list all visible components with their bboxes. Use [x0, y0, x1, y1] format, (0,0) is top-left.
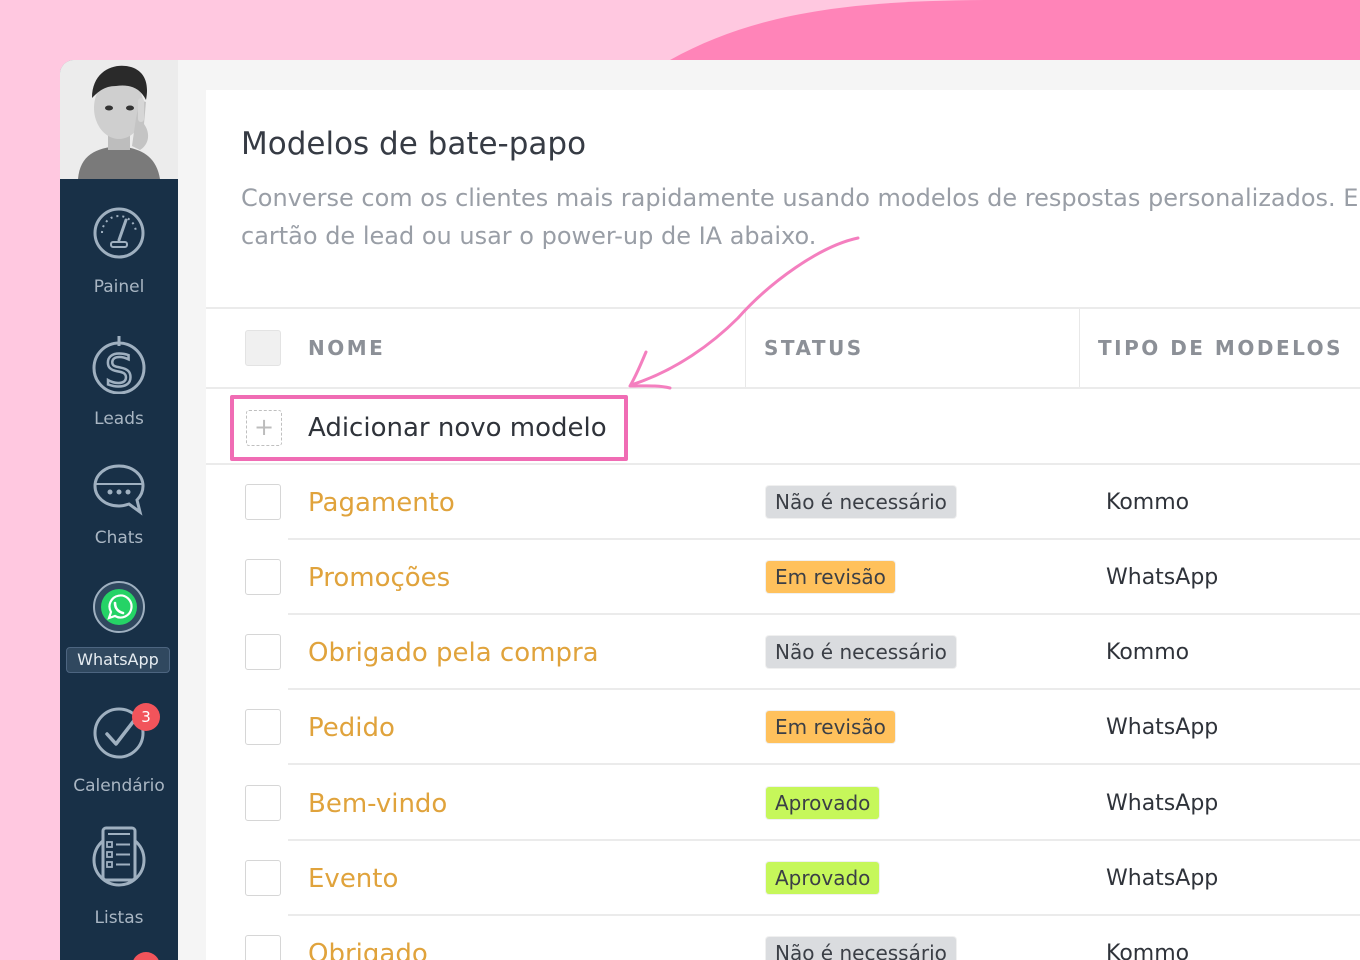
status-badge: Em revisão — [766, 711, 895, 743]
sidebar-item-label: Calendário — [73, 776, 165, 796]
status-badge: Não é necessário — [766, 486, 956, 518]
template-name-link[interactable]: Pagamento — [308, 485, 455, 521]
sidebar-item-label: Chats — [94, 528, 144, 548]
column-header-status[interactable]: STATUS — [764, 309, 864, 387]
status-badge: Aprovado — [766, 862, 880, 894]
whatsapp-icon — [93, 581, 145, 633]
dashboard-gauge-icon — [93, 207, 145, 259]
sidebar-item-listas[interactable]: Listas — [60, 826, 178, 930]
sidebar-item-leads[interactable]: S Leads — [60, 328, 178, 432]
sidebar-item-whatsapp[interactable]: WhatsApp — [60, 578, 178, 674]
sidebar-item-calendario[interactable]: 3 Calendário — [60, 700, 178, 800]
template-name-link[interactable]: Obrigado pela compra — [308, 635, 599, 671]
notification-badge-partial — [132, 952, 160, 960]
column-divider — [745, 309, 746, 387]
status-badge: Aprovado — [766, 787, 880, 819]
row-checkbox[interactable] — [245, 634, 281, 670]
table-row[interactable]: Pedido Em revisão WhatsApp — [206, 690, 1360, 765]
table-header: NOME STATUS TIPO DE MODELOS — [206, 307, 1360, 389]
sidebar-item-label: WhatsApp — [66, 647, 170, 673]
column-header-tipo[interactable]: TIPO DE MODELOS — [1098, 309, 1343, 387]
sidebar-item-painel[interactable]: Painel — [60, 200, 178, 300]
table-row[interactable]: Promoções Em revisão WhatsApp — [206, 540, 1360, 615]
select-all-checkbox[interactable] — [245, 330, 281, 366]
dollar-icon: S — [92, 336, 146, 394]
template-name-link[interactable]: Evento — [308, 861, 398, 897]
avatar[interactable] — [60, 60, 178, 179]
row-divider — [288, 763, 1360, 765]
page-title: Modelos de bate-papo — [241, 126, 587, 162]
template-name-link[interactable]: Pedido — [308, 710, 395, 746]
sidebar-item-label: Painel — [93, 277, 145, 297]
template-type: Kommo — [1106, 640, 1190, 665]
table-row[interactable]: Evento Aprovado WhatsApp — [206, 841, 1360, 916]
notification-badge: 3 — [132, 703, 160, 731]
template-name-link[interactable]: Promoções — [308, 560, 450, 596]
column-divider — [1079, 309, 1080, 387]
template-type: Kommo — [1106, 941, 1190, 960]
template-type: WhatsApp — [1106, 565, 1219, 590]
template-name-link[interactable]: Bem-vindo — [308, 786, 447, 822]
sidebar-item-label: Leads — [94, 409, 144, 429]
row-checkbox[interactable] — [245, 860, 281, 896]
status-badge: Não é necessário — [766, 937, 956, 960]
chat-bubble-icon — [93, 464, 145, 516]
highlight-box — [230, 395, 628, 461]
column-header-nome[interactable]: NOME — [308, 309, 385, 387]
sidebar: Painel S Leads Chats WhatsApp 3 Calendár… — [60, 60, 178, 960]
row-checkbox[interactable] — [245, 785, 281, 821]
template-type: WhatsApp — [1106, 715, 1219, 740]
svg-text:S: S — [105, 346, 133, 394]
row-checkbox[interactable] — [245, 484, 281, 520]
sidebar-item-chats[interactable]: Chats — [60, 458, 178, 554]
app-window: Painel S Leads Chats WhatsApp 3 Calendár… — [60, 60, 1360, 960]
sidebar-item-label: Listas — [94, 908, 144, 928]
template-type: WhatsApp — [1106, 866, 1219, 891]
template-name-link[interactable]: Obrigado — [308, 936, 428, 960]
table-row[interactable]: Bem-vindo Aprovado WhatsApp — [206, 766, 1360, 841]
status-badge: Não é necessário — [766, 636, 956, 668]
list-icon — [92, 826, 146, 887]
template-type: Kommo — [1106, 490, 1190, 515]
row-checkbox[interactable] — [245, 935, 281, 960]
template-type: WhatsApp — [1106, 791, 1219, 816]
table-row[interactable]: Pagamento Não é necessário Kommo — [206, 465, 1360, 540]
row-checkbox[interactable] — [245, 709, 281, 745]
status-badge: Em revisão — [766, 561, 895, 593]
table-row[interactable]: Obrigado Não é necessário Kommo — [206, 916, 1360, 960]
row-checkbox[interactable] — [245, 559, 281, 595]
templates-panel: Modelos de bate-papo Converse com os cli… — [206, 90, 1360, 960]
table-row[interactable]: Obrigado pela compra Não é necessário Ko… — [206, 615, 1360, 690]
page-description: Converse com os clientes mais rapidament… — [241, 184, 1359, 250]
